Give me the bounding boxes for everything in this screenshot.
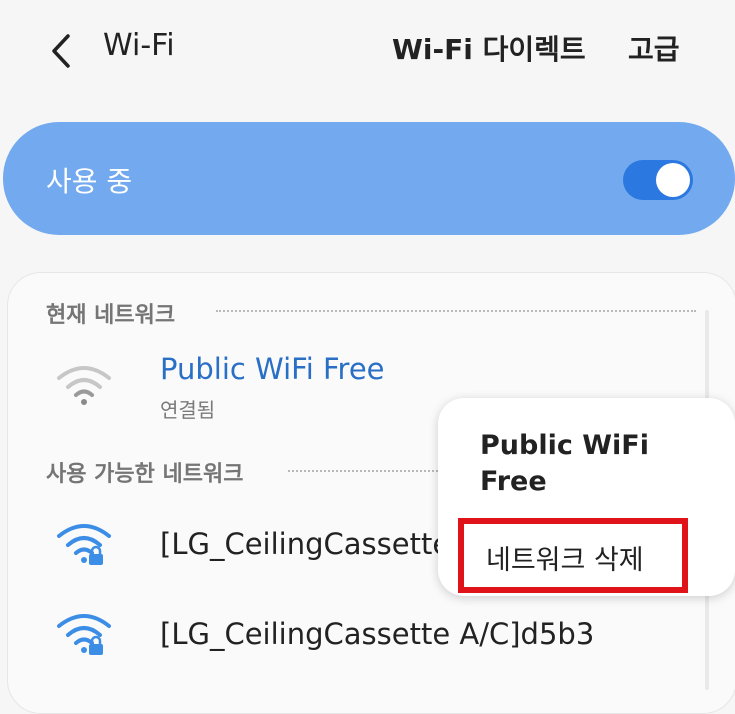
wifi-icon <box>57 366 111 405</box>
advanced-button[interactable]: 고급 <box>628 28 680 68</box>
section-divider <box>288 470 438 472</box>
network-context-menu: Public WiFi Free 네트워크 삭제 <box>438 398 735 596</box>
chevron-left-icon <box>52 34 70 68</box>
network-name: [LG_CeilingCassette A/C]d5b3 <box>160 617 595 651</box>
wifi-lock-icon <box>57 524 111 565</box>
current-network-header: 현재 네트워크 <box>46 303 176 328</box>
menu-item-label: 네트워크 삭제 <box>486 545 644 576</box>
wifi-toggle[interactable] <box>623 160 693 200</box>
forget-network-menu-item[interactable]: 네트워크 삭제 <box>458 518 688 593</box>
current-network-name: Public WiFi Free <box>160 352 385 386</box>
toggle-knob <box>656 163 690 197</box>
wifi-master-switch-bar[interactable]: 사용 중 <box>3 122 735 235</box>
top-app-bar: Wi-Fi Wi-Fi 다이렉트 고급 <box>0 0 735 105</box>
available-networks-header: 사용 가능한 네트워크 <box>46 462 244 487</box>
section-divider <box>216 310 696 312</box>
current-network-status: 연결됨 <box>160 398 216 422</box>
master-switch-label: 사용 중 <box>46 165 133 198</box>
wifi-lock-icon <box>57 614 111 655</box>
wifi-direct-button[interactable]: Wi-Fi 다이렉트 <box>392 28 586 68</box>
context-menu-title: Public WiFi Free <box>480 430 649 497</box>
back-button[interactable] <box>44 30 80 72</box>
network-name: [LG_CeilingCassette <box>160 527 451 561</box>
page-title: Wi-Fi <box>103 28 175 63</box>
